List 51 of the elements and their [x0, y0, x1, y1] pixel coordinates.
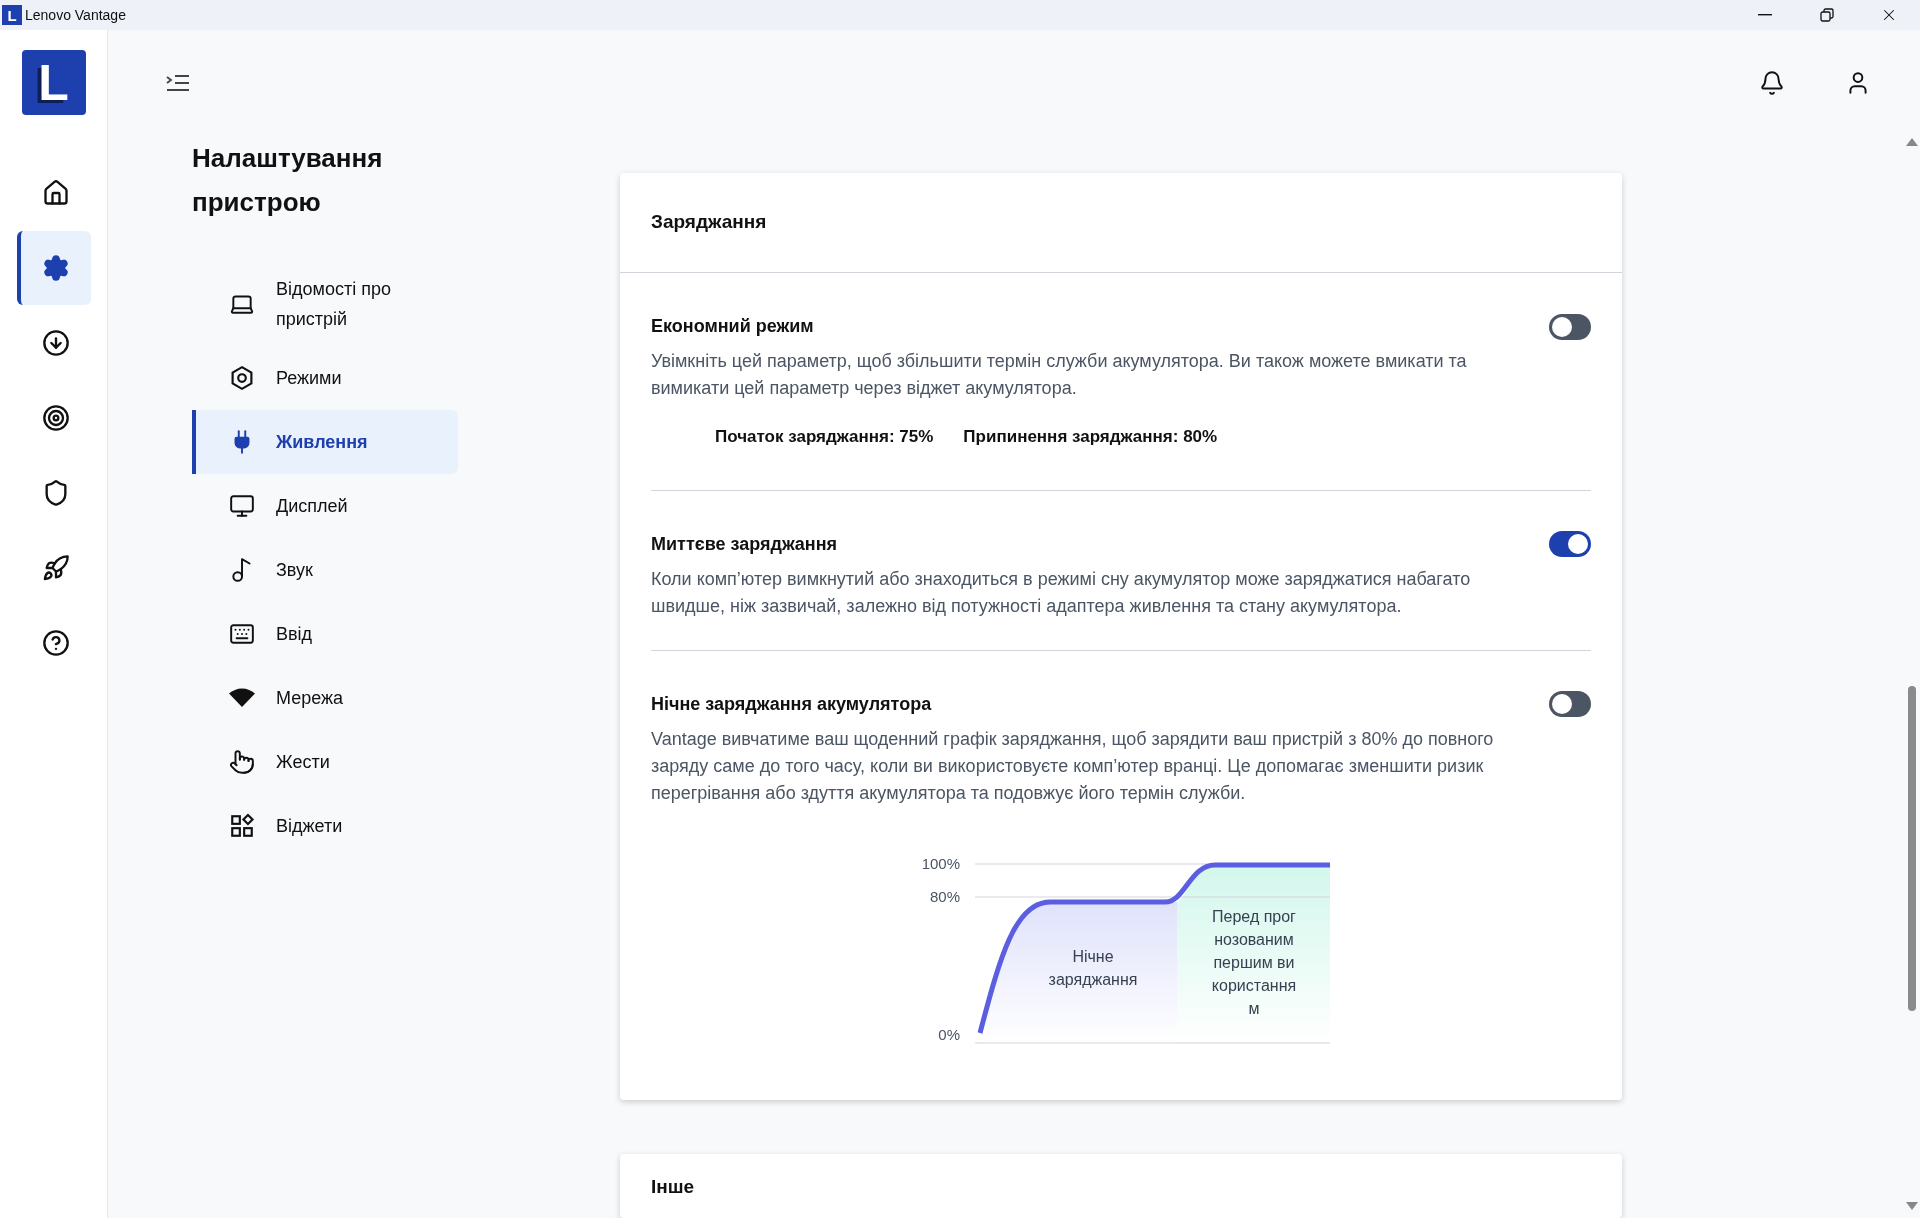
settings-nav-item[interactable]: Віджети: [192, 794, 458, 858]
logo[interactable]: L: [21, 50, 86, 115]
setting-description: Vantage вивчатиме ваш щоденний графік заряджання, щоб зарядити ваш пристрій з 80% до повного заряду саме до того часу, коли ви використовуєте комп’ютер вранці. Це допомагає зменшити ризик перегрівання або здуття акумулятора та подовжує його термін служби.: [651, 727, 1495, 805]
setting-title: Миттєве заряджання: [651, 532, 838, 556]
app-icon: L: [2, 5, 22, 25]
axis-label: 80%: [928, 887, 960, 906]
rocket-icon: [41, 554, 70, 582]
scrollbar-thumb[interactable]: [1908, 686, 1916, 1011]
threshold-label: Початок заряджання: 75%: [715, 426, 934, 448]
menu-icon: [166, 73, 190, 93]
chart-region-label: Перед прогнозованим першим використанням: [1211, 906, 1297, 1019]
wifi-icon: [228, 687, 256, 709]
settings-nav-item[interactable]: Ввід: [192, 602, 458, 666]
hexagon-icon: [229, 365, 255, 391]
card-title: Заряджання: [651, 210, 767, 235]
toggle-switch[interactable]: [1549, 531, 1591, 557]
card-title: Інше: [651, 1175, 696, 1198]
target-icon: [41, 404, 70, 432]
bell-icon: [1759, 70, 1785, 96]
chart-region-label: Нічне заряджання: [1047, 946, 1139, 990]
settings-nav-item[interactable]: Жести: [192, 730, 458, 794]
toggle-switch[interactable]: [1549, 691, 1591, 717]
settings-icon: [41, 254, 70, 282]
monitor-icon: [229, 493, 255, 519]
setting-description: Коли комп’ютер вимкнутий або знаходиться в режимі сну акумулятор може заряджатися набагато швидше, ніж зазвичай, залежно від потужності адаптера живлення та стану акумулятора.: [651, 567, 1472, 618]
setting-description: Увімкніть цей параметр, щоб збільшити термін служби акумулятора. Ви також можете вмикати та вимикати цей параметр через віджет акумулятора.: [651, 350, 1468, 400]
settings-nav-item[interactable]: Дисплей: [192, 474, 458, 538]
setting-title: Економний режим: [651, 315, 814, 338]
download-icon: [41, 329, 70, 357]
rail-nav-item[interactable]: [16, 231, 91, 305]
window-title: Lenovo Vantage: [25, 5, 126, 25]
settings-nav-item[interactable]: Живлення: [192, 410, 458, 474]
restore-icon: [1820, 8, 1834, 22]
help-icon: [41, 629, 70, 657]
settings-nav-item[interactable]: Відомості про пристрій: [192, 262, 458, 346]
settings-nav-item[interactable]: Звук: [192, 538, 458, 602]
scroll-up-icon: [1906, 138, 1918, 146]
toggle-switch[interactable]: [1549, 313, 1591, 340]
minimize-icon: [1758, 14, 1772, 16]
home-icon: [41, 179, 70, 207]
setting-title: Нічне заряджання акумулятора: [651, 692, 932, 716]
threshold-label: Припинення заряджання: 80%: [963, 426, 1218, 448]
settings-nav-item[interactable]: Мережа: [192, 666, 458, 730]
hand-pointer-icon: [229, 749, 255, 775]
widgets-icon: [229, 813, 255, 839]
keyboard-icon: [229, 621, 255, 647]
settings-nav-item[interactable]: Режими: [192, 346, 458, 410]
scroll-down-icon: [1906, 1202, 1918, 1210]
axis-label: 100%: [920, 854, 960, 873]
axis-label: 0%: [937, 1025, 960, 1044]
page-title: Налаштування пристрою: [192, 142, 384, 219]
